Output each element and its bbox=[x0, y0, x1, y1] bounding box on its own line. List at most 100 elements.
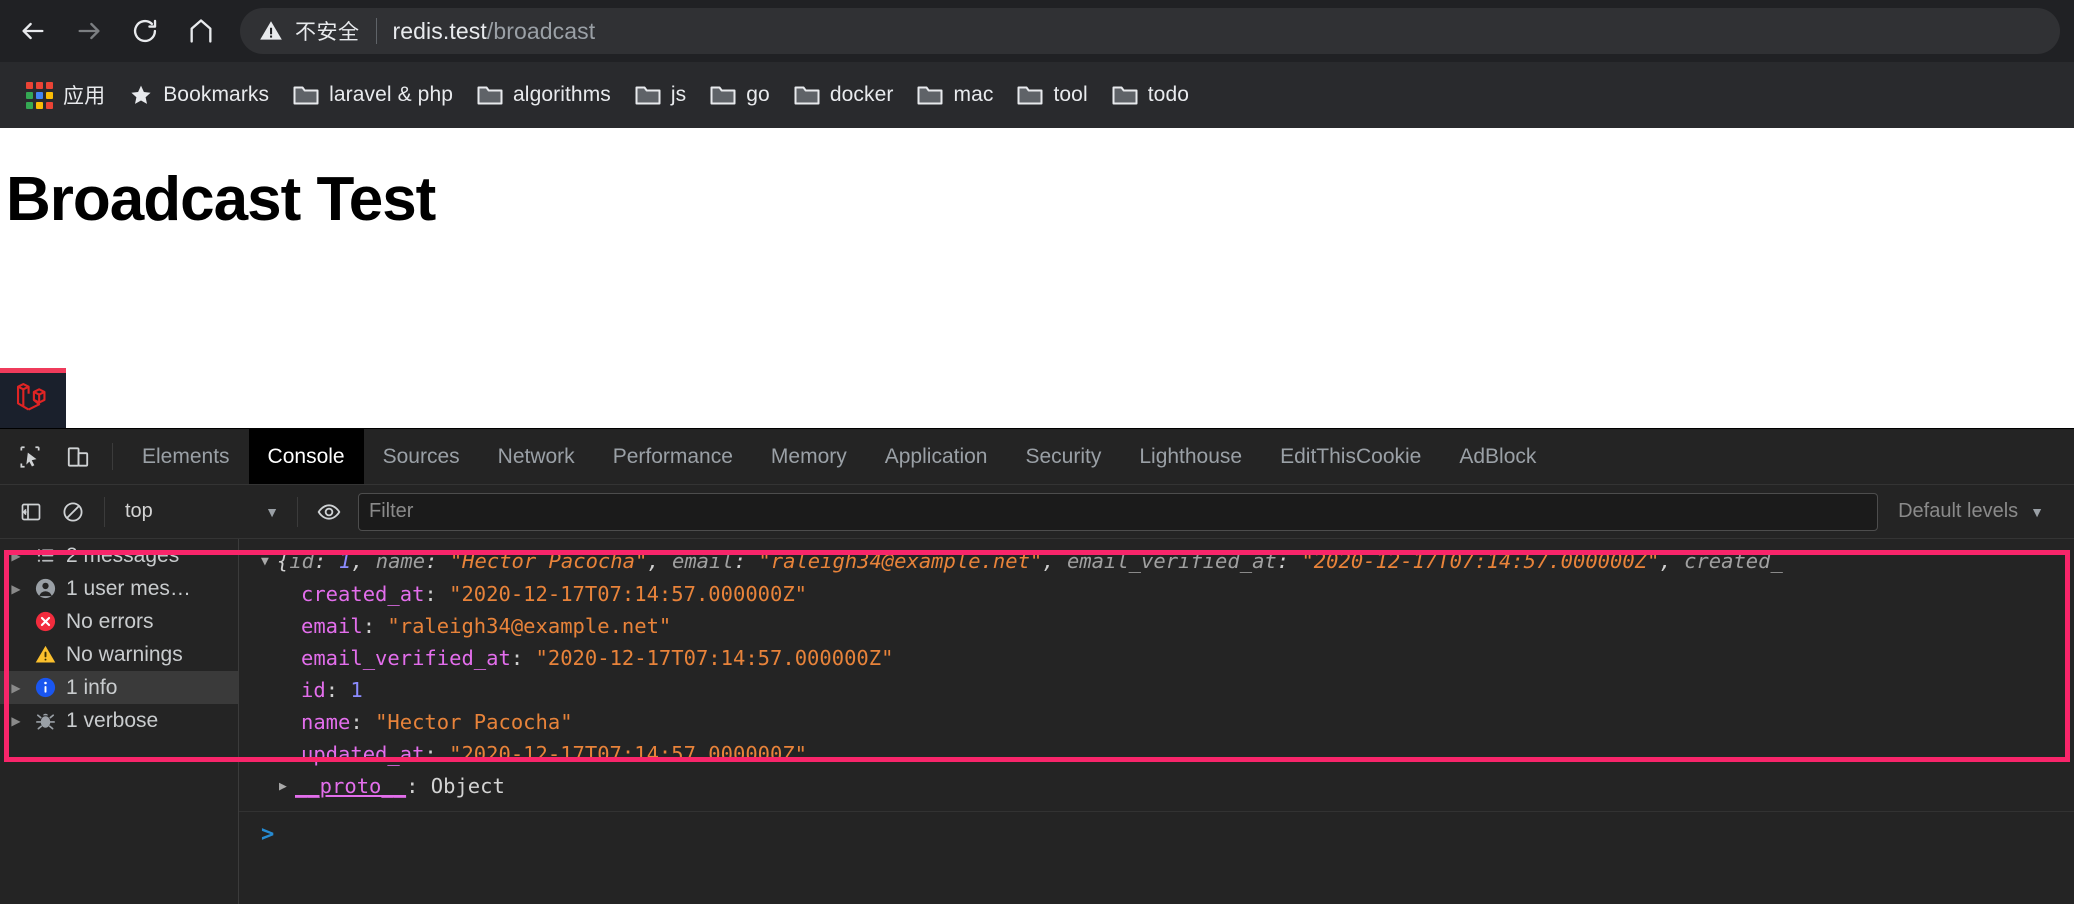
expand-triangle-icon[interactable]: ▶ bbox=[8, 681, 24, 695]
chevron-down-icon: ▼ bbox=[265, 503, 279, 520]
toggle-console-sidebar-button[interactable] bbox=[10, 491, 52, 533]
tab-lighthouse[interactable]: Lighthouse bbox=[1120, 429, 1261, 484]
sidebar-item-label: 1 info bbox=[66, 675, 118, 699]
log-levels-selector[interactable]: Default levels ▼ bbox=[1886, 493, 2056, 531]
bookmark-apps[interactable]: 应用 bbox=[14, 72, 117, 118]
sidebar-item-warnings[interactable]: ▶ No warnings bbox=[0, 638, 238, 671]
tab-console[interactable]: Console bbox=[248, 429, 364, 484]
folder-icon bbox=[1017, 86, 1043, 105]
tab-editthiscookie[interactable]: EditThisCookie bbox=[1261, 429, 1440, 484]
prompt-caret-icon: > bbox=[261, 822, 275, 847]
property-value: "Hector Pacocha" bbox=[375, 710, 573, 734]
bookmark-label: 应用 bbox=[63, 85, 106, 108]
warning-triangle-icon bbox=[260, 21, 282, 40]
tab-network[interactable]: Network bbox=[479, 429, 594, 484]
tab-performance[interactable]: Performance bbox=[594, 429, 752, 484]
property-colon: : bbox=[424, 582, 450, 606]
back-arrow-icon bbox=[22, 22, 44, 40]
reload-button[interactable] bbox=[118, 4, 172, 58]
bookmark-folder-algorithms[interactable]: algorithms bbox=[465, 72, 623, 118]
console-message-list: ▼ {id: 1, name: "Hector Pacocha", email: … bbox=[239, 539, 2074, 904]
bookmark-bookmarks[interactable]: Bookmarks bbox=[117, 72, 281, 118]
inspect-cursor-icon bbox=[20, 445, 40, 468]
error-glyph bbox=[35, 611, 55, 632]
bookmark-folder-docker[interactable]: docker bbox=[782, 72, 906, 118]
property-value: 1 bbox=[350, 678, 363, 702]
preview-token: created_ bbox=[1684, 549, 1783, 573]
address-bar[interactable]: 不安全 redis.test/broadcast bbox=[240, 8, 2060, 54]
property-value: "2020-12-17T07:14:57.000000Z" bbox=[449, 742, 808, 766]
back-button[interactable] bbox=[6, 4, 60, 58]
preview-token: "Hector Pacocha" bbox=[449, 549, 648, 573]
folder-icon bbox=[794, 86, 820, 105]
tab-sources[interactable]: Sources bbox=[364, 429, 479, 484]
security-status-label: 不安全 bbox=[295, 21, 360, 44]
property-key: email bbox=[301, 614, 363, 638]
bookmark-folder-laravel-php[interactable]: laravel & php bbox=[281, 72, 465, 118]
tab-security[interactable]: Security bbox=[1006, 429, 1120, 484]
expand-triangle-icon[interactable]: ▶ bbox=[8, 714, 24, 728]
console-filter-input[interactable] bbox=[358, 492, 1879, 531]
preview-token: "2020-12-17T07:14:57.000000Z" bbox=[1301, 549, 1660, 573]
home-button[interactable] bbox=[174, 4, 228, 58]
console-sidebar: ▶ 2 messages ▶ 1 user mes… No errors No … bbox=[0, 539, 239, 904]
collapse-triangle-icon[interactable]: ▼ bbox=[261, 546, 277, 578]
folder-icon bbox=[477, 86, 503, 105]
console-log-entry[interactable]: ▼ {id: 1, name: "Hector Pacocha", email: … bbox=[239, 539, 2074, 812]
bookmark-folder-js[interactable]: js bbox=[623, 72, 698, 118]
folder-icon bbox=[710, 86, 736, 105]
laravel-logo-badge[interactable] bbox=[0, 368, 66, 428]
tab-memory[interactable]: Memory bbox=[752, 429, 866, 484]
sidebar-item-info[interactable]: ▶ 1 info bbox=[0, 671, 238, 704]
sidebar-item-user-messages[interactable]: ▶ 1 user mes… bbox=[0, 572, 238, 605]
preview-token: : bbox=[1276, 549, 1302, 573]
sidebar-item-label: 1 verbose bbox=[66, 708, 159, 732]
object-brace: { bbox=[277, 549, 290, 573]
clear-console-icon bbox=[63, 501, 83, 522]
expand-triangle-icon[interactable]: ▶ bbox=[279, 771, 295, 803]
sidebar-item-verbose[interactable]: ▶ 1 verbose bbox=[0, 704, 238, 737]
execution-context-selector[interactable]: top ▼ bbox=[115, 493, 287, 531]
object-proto-row[interactable]: ▶ __proto__: Object bbox=[239, 770, 2074, 803]
sidebar-item-label: 2 messages bbox=[66, 543, 180, 567]
expand-triangle-icon[interactable]: ▶ bbox=[8, 582, 24, 596]
inspect-element-button[interactable] bbox=[6, 429, 54, 484]
forward-button[interactable] bbox=[62, 4, 116, 58]
preview-token: 1 bbox=[338, 549, 352, 573]
property-key: email_verified_at bbox=[301, 646, 511, 670]
list-glyph bbox=[37, 549, 53, 562]
preview-token: , bbox=[1042, 549, 1067, 573]
sidebar-item-messages[interactable]: ▶ 2 messages bbox=[0, 539, 238, 572]
warning-glyph bbox=[35, 645, 55, 663]
expand-triangle-icon[interactable]: ▶ bbox=[8, 549, 24, 563]
toggle-device-toolbar-button[interactable] bbox=[54, 429, 102, 484]
bookmark-folder-todo[interactable]: todo bbox=[1100, 72, 1201, 118]
object-property-row: updated_at: "2020-12-17T07:14:57.000000Z… bbox=[239, 738, 2074, 770]
bookmark-folder-tool[interactable]: tool bbox=[1005, 72, 1099, 118]
preview-token: , bbox=[647, 549, 672, 573]
folder-icon bbox=[1112, 86, 1138, 105]
sidebar-item-errors[interactable]: ▶ No errors bbox=[0, 605, 238, 638]
tab-application[interactable]: Application bbox=[866, 429, 1007, 484]
property-key: name bbox=[301, 710, 351, 734]
property-value: "2020-12-17T07:14:57.000000Z" bbox=[449, 582, 808, 606]
filterbar-divider-2 bbox=[297, 496, 298, 527]
page-viewport: Broadcast Test bbox=[0, 128, 2074, 428]
bookmark-folder-go[interactable]: go bbox=[698, 72, 782, 118]
clear-console-button[interactable] bbox=[52, 491, 94, 533]
browser-chrome: 不安全 redis.test/broadcast 应用 Bookmarks la… bbox=[0, 0, 2074, 128]
preview-token: : bbox=[733, 549, 759, 573]
sidebar-item-label: 1 user mes… bbox=[66, 576, 191, 600]
object-preview-line[interactable]: ▼ {id: 1, name: "Hector Pacocha", email: … bbox=[239, 545, 2074, 578]
list-icon bbox=[32, 545, 58, 566]
bookmark-label: js bbox=[670, 83, 687, 106]
bookmark-label: todo bbox=[1147, 83, 1190, 106]
console-prompt[interactable]: > bbox=[239, 812, 2074, 847]
folder-icon bbox=[293, 86, 319, 105]
bookmark-folder-mac[interactable]: mac bbox=[905, 72, 1005, 118]
tab-adblock[interactable]: AdBlock bbox=[1440, 429, 1555, 484]
tab-elements[interactable]: Elements bbox=[123, 429, 249, 484]
property-key: created_at bbox=[301, 582, 425, 606]
execution-context-value: top bbox=[125, 500, 153, 522]
live-expression-button[interactable] bbox=[308, 491, 350, 533]
